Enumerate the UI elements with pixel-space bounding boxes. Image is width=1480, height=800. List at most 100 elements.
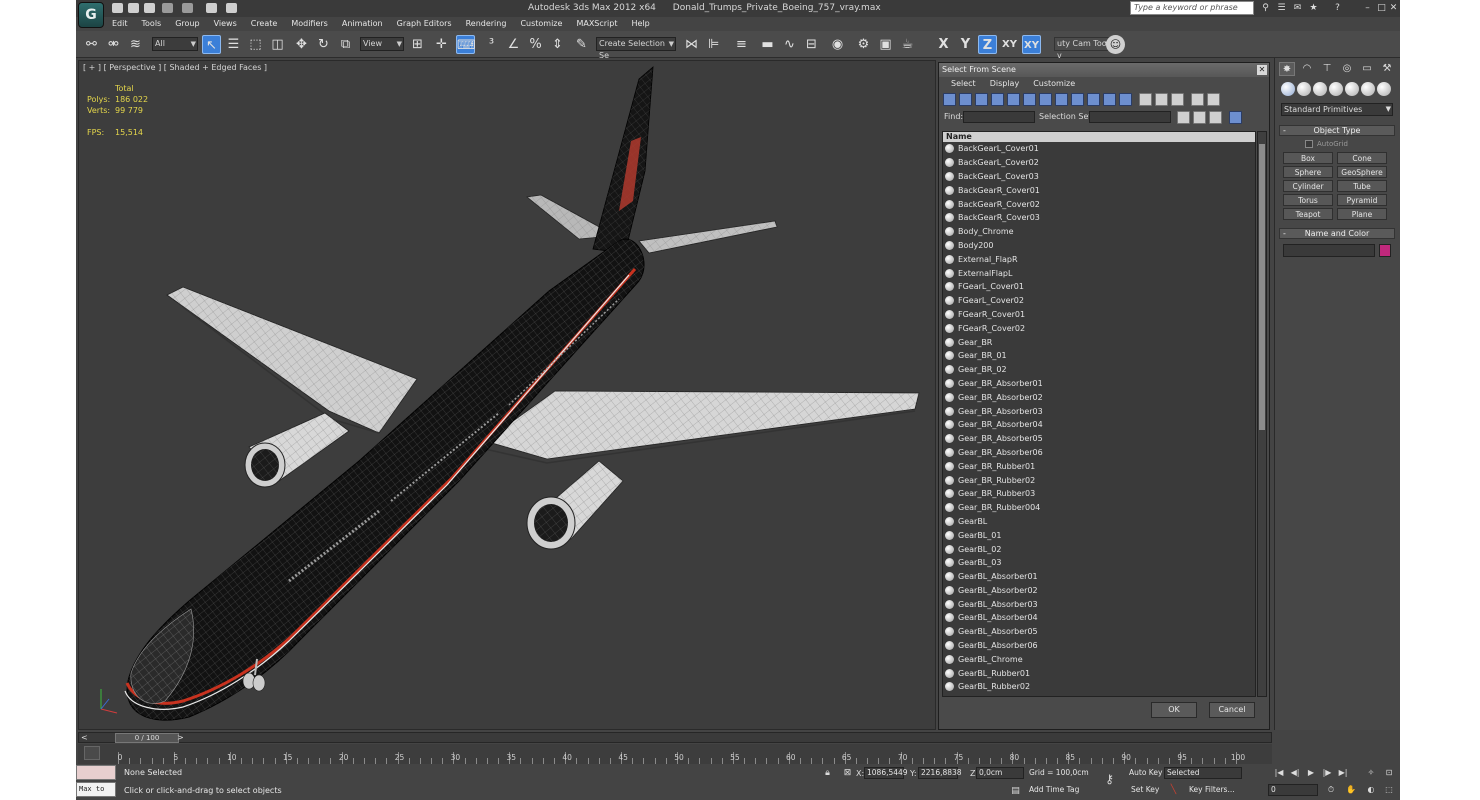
filter-xrefs-icon[interactable] bbox=[1055, 93, 1068, 106]
menu-views[interactable]: Views bbox=[214, 17, 237, 31]
list-item[interactable]: Gear_BR_01 bbox=[943, 349, 1255, 363]
time-configuration-icon[interactable]: ⏱ bbox=[1324, 784, 1338, 796]
menu-group[interactable]: Group bbox=[175, 17, 199, 31]
filter-helpers-icon[interactable] bbox=[1007, 93, 1020, 106]
list-item[interactable]: BackGearR_Cover03 bbox=[943, 211, 1255, 225]
add-to-set-icon[interactable] bbox=[1193, 111, 1206, 124]
torus-button[interactable]: Torus bbox=[1283, 194, 1333, 206]
pan-view-icon[interactable]: ✋ bbox=[1344, 784, 1358, 796]
menu-help[interactable]: Help bbox=[632, 17, 650, 31]
list-item[interactable]: Gear_BR_Rubber02 bbox=[943, 473, 1255, 487]
hierarchy-tab-icon[interactable]: ⊤ bbox=[1319, 62, 1335, 76]
list-item[interactable]: Gear_BR_Rubber01 bbox=[943, 459, 1255, 473]
mirror-icon[interactable]: ⋈ bbox=[682, 35, 701, 54]
list-item[interactable]: BackGearR_Cover01 bbox=[943, 183, 1255, 197]
save-file-icon[interactable] bbox=[144, 3, 155, 13]
menu-tools[interactable]: Tools bbox=[142, 17, 162, 31]
go-to-start-icon[interactable]: |◀ bbox=[1272, 767, 1286, 779]
align-icon[interactable]: ⊫ bbox=[704, 35, 723, 54]
z-coordinate-field[interactable]: 0,0cm bbox=[976, 767, 1024, 779]
list-item[interactable]: GearBL bbox=[943, 515, 1255, 529]
filter-frozen-icon[interactable] bbox=[1103, 93, 1116, 106]
axis-y-button[interactable]: Y bbox=[956, 35, 975, 54]
utilities-tab-icon[interactable]: ⚒ bbox=[1379, 62, 1395, 76]
time-slider[interactable]: < 0 / 100 > bbox=[78, 732, 1272, 743]
list-item[interactable]: Body200 bbox=[943, 239, 1255, 253]
camera-tool-icon[interactable]: ☺ bbox=[1106, 35, 1125, 54]
menu-maxscript[interactable]: MAXScript bbox=[576, 17, 617, 31]
list-item[interactable]: Gear_BR_Absorber04 bbox=[943, 418, 1255, 432]
key-icon[interactable]: ⚷ bbox=[1104, 773, 1115, 785]
list-item[interactable]: GearBL_Absorber05 bbox=[943, 625, 1255, 639]
list-item[interactable]: BackGearL_Cover01 bbox=[943, 142, 1255, 156]
open-file-icon[interactable] bbox=[128, 3, 139, 13]
selection-lock-icon[interactable]: 🔒︎ bbox=[822, 768, 833, 779]
ok-button[interactable]: OK bbox=[1151, 702, 1197, 718]
list-item[interactable]: BackGearL_Cover02 bbox=[943, 156, 1255, 170]
add-time-tag-button[interactable]: Add Time Tag bbox=[1026, 784, 1082, 797]
filter-hidden-icon[interactable] bbox=[1119, 93, 1132, 106]
time-slider-next-icon[interactable]: > bbox=[177, 733, 184, 742]
list-item[interactable]: GearBL_Absorber06 bbox=[943, 639, 1255, 653]
shapes-category-icon[interactable] bbox=[1297, 82, 1311, 96]
lights-category-icon[interactable] bbox=[1313, 82, 1327, 96]
keyboard-shortcut-override-icon[interactable]: ⌨ bbox=[456, 35, 476, 54]
list-item[interactable]: Gear_BR_Absorber06 bbox=[943, 446, 1255, 460]
time-slider-thumb[interactable]: 0 / 100 bbox=[115, 733, 179, 743]
list-item[interactable]: GearBL_Chrome bbox=[943, 652, 1255, 666]
auto-key-button[interactable]: Auto Key bbox=[1126, 767, 1165, 780]
cancel-button[interactable]: Cancel bbox=[1209, 702, 1255, 718]
time-slider-prev-icon[interactable]: < bbox=[81, 733, 88, 742]
filter-space-warps-icon[interactable] bbox=[1023, 93, 1036, 106]
set-key-button[interactable]: Set Key bbox=[1128, 784, 1162, 797]
current-frame-field[interactable]: 0 bbox=[1268, 784, 1318, 796]
application-button[interactable]: G bbox=[78, 2, 104, 28]
communication-icon[interactable]: ✉ bbox=[1292, 3, 1303, 14]
select-manipulate-icon[interactable]: ✛ bbox=[432, 35, 451, 54]
menu-rendering[interactable]: Rendering bbox=[466, 17, 507, 31]
geometry-category-icon[interactable] bbox=[1281, 82, 1295, 96]
list-item[interactable]: FGearR_Cover01 bbox=[943, 308, 1255, 322]
menu-edit[interactable]: Edit bbox=[112, 17, 128, 31]
box-button[interactable]: Box bbox=[1283, 152, 1333, 164]
favorites-icon[interactable]: ★ bbox=[1308, 3, 1319, 14]
render-production-icon[interactable]: ☕ bbox=[898, 35, 917, 54]
dialog-close-icon[interactable]: ✕ bbox=[1257, 65, 1267, 75]
link-icon[interactable]: ⚯ bbox=[82, 35, 101, 54]
cone-button[interactable]: Cone bbox=[1337, 152, 1387, 164]
create-tab-icon[interactable]: ✸ bbox=[1279, 62, 1295, 76]
selection-set-dropdown[interactable] bbox=[1089, 111, 1171, 123]
subscription-icon[interactable]: ☰ bbox=[1276, 3, 1287, 14]
maximize-icon[interactable]: □ bbox=[1376, 3, 1387, 14]
axis-xy-button[interactable]: XY bbox=[1000, 35, 1019, 54]
filter-geometry-icon[interactable] bbox=[943, 93, 956, 106]
edit-named-selection-icon[interactable]: ✎ bbox=[572, 35, 591, 54]
redo-icon[interactable] bbox=[182, 3, 193, 13]
sphere-button[interactable]: Sphere bbox=[1283, 166, 1333, 178]
undo-icon[interactable] bbox=[162, 3, 173, 13]
space-warps-category-icon[interactable] bbox=[1361, 82, 1375, 96]
named-selection-sets-dropdown[interactable]: Create Selection Se bbox=[596, 37, 676, 60]
track-bar[interactable]: 0 5 10 15 20 25 30 35 40 45 50 55 60 65 70 75 80 85 90 95 10… bbox=[78, 744, 1272, 764]
aircraft-model[interactable] bbox=[79, 61, 936, 730]
create-set-icon[interactable] bbox=[1177, 111, 1190, 124]
find-input[interactable] bbox=[963, 111, 1035, 123]
move-icon[interactable]: ✥ bbox=[292, 35, 311, 54]
mini-curve-editor-icon[interactable] bbox=[84, 746, 100, 760]
geosphere-button[interactable]: GeoSphere bbox=[1337, 166, 1387, 178]
perspective-viewport[interactable]: [ + ] [ Perspective ] [ Shaded + Edged F… bbox=[78, 60, 936, 730]
window-crossing-icon[interactable]: ◫ bbox=[268, 35, 287, 54]
dialog-menu-display[interactable]: Display bbox=[990, 77, 1020, 91]
primitive-type-dropdown[interactable]: Standard Primitives bbox=[1281, 103, 1393, 116]
list-item[interactable]: GearBL_01 bbox=[943, 528, 1255, 542]
list-item[interactable]: BackGearR_Cover02 bbox=[943, 197, 1255, 211]
list-item[interactable]: Gear_BR_Absorber05 bbox=[943, 432, 1255, 446]
workspace-icon[interactable] bbox=[226, 3, 237, 13]
object-color-swatch[interactable] bbox=[1379, 244, 1391, 257]
motion-tab-icon[interactable]: ◎ bbox=[1339, 62, 1355, 76]
teapot-button[interactable]: Teapot bbox=[1283, 208, 1333, 220]
reference-coordinate-dropdown[interactable]: View bbox=[360, 37, 404, 51]
object-name-input[interactable] bbox=[1283, 244, 1375, 257]
layer-manager-icon[interactable]: ≡ bbox=[732, 35, 751, 54]
object-type-rollout[interactable]: - Object Type bbox=[1279, 125, 1395, 136]
